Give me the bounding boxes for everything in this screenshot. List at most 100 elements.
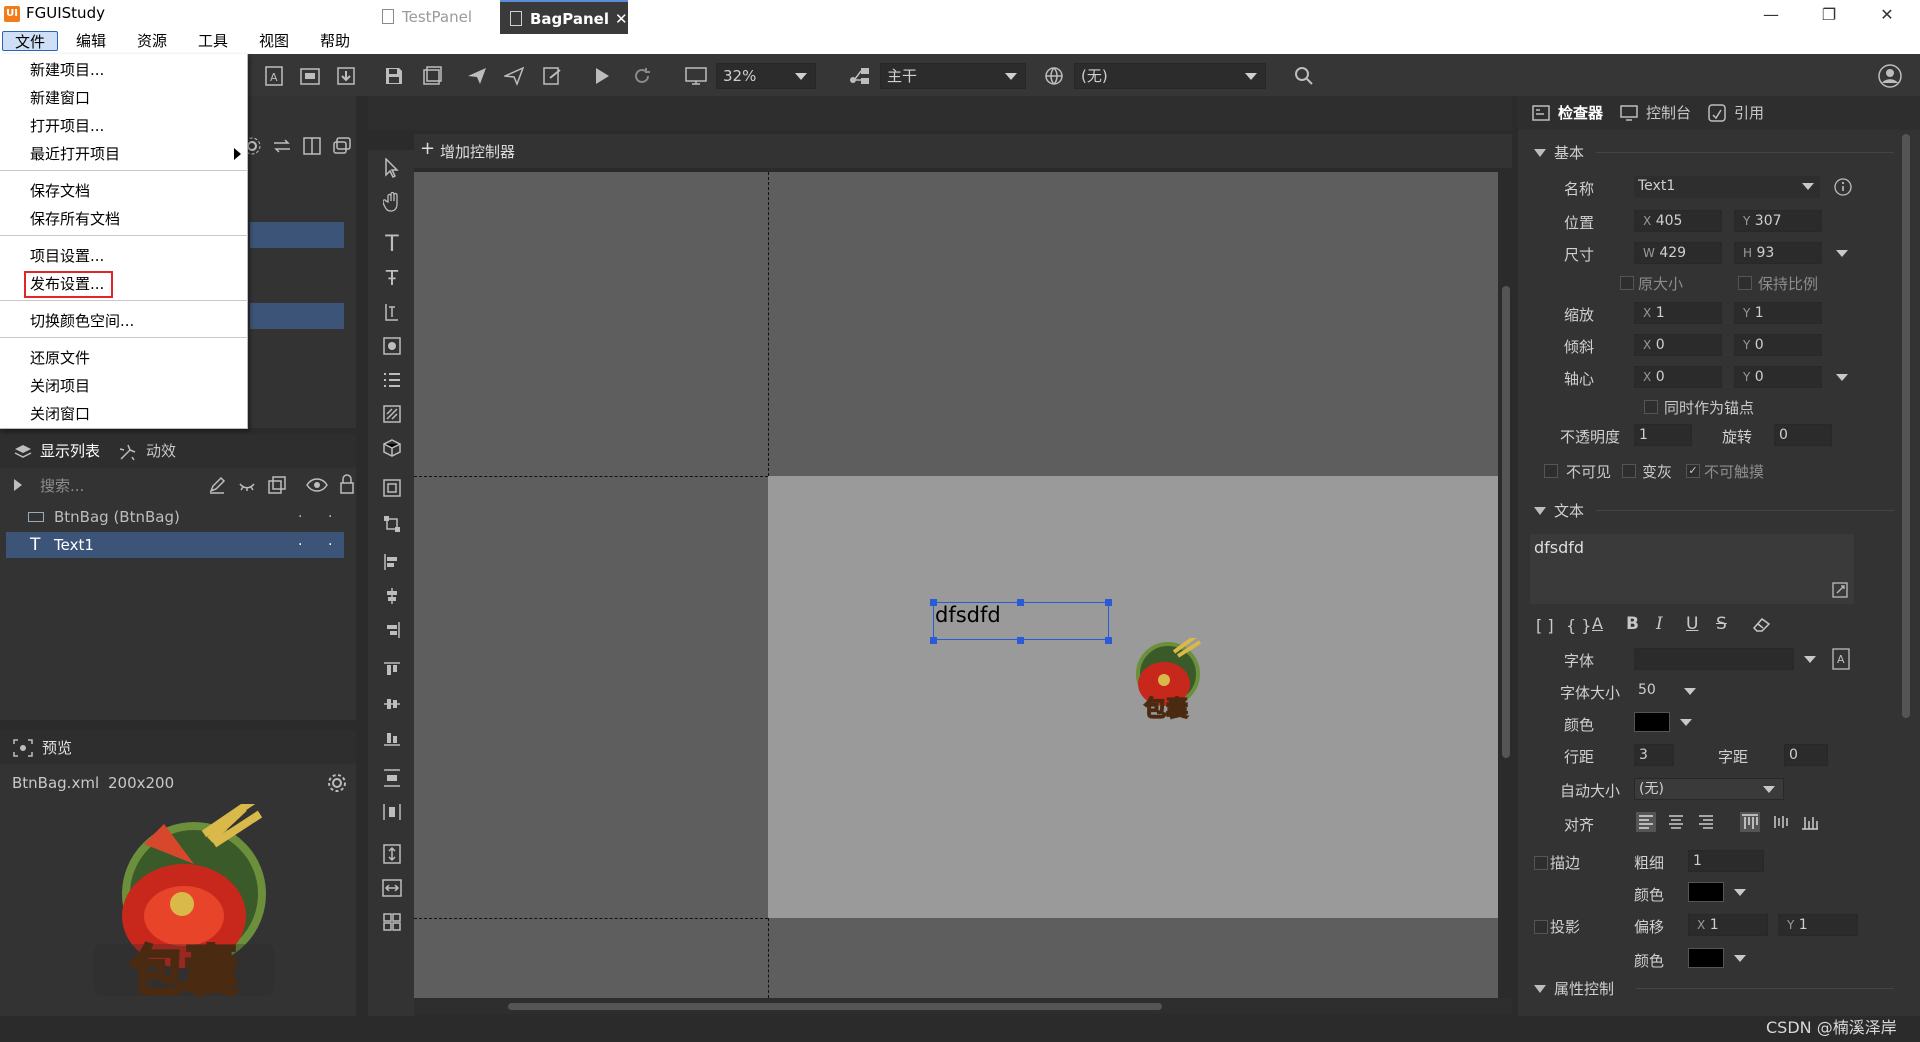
underline-icon[interactable]: U xyxy=(1686,614,1698,634)
chevron-down-icon[interactable] xyxy=(1734,889,1746,896)
user-avatar-icon[interactable] xyxy=(1878,64,1902,88)
info-icon[interactable] xyxy=(1834,178,1852,196)
chevron-down-icon[interactable] xyxy=(1680,719,1692,726)
section-property-control[interactable]: 属性控制 xyxy=(1534,978,1614,999)
font-size-field[interactable]: 50 xyxy=(1634,680,1674,702)
menu-item-save[interactable]: 保存文档 xyxy=(0,177,248,205)
valign-middle-icon[interactable] xyxy=(1770,812,1790,832)
search-icon[interactable] xyxy=(1292,64,1316,88)
image-tool-icon[interactable] xyxy=(380,334,404,358)
menu-item-new-project[interactable]: 新建项目... xyxy=(0,56,248,84)
lock-dot[interactable]: · xyxy=(328,504,332,530)
menu-item-switch-color-space[interactable]: 切换颜色空间... xyxy=(0,307,248,335)
hand-tool-icon[interactable] xyxy=(380,190,404,214)
valign-bottom-icon[interactable] xyxy=(1800,812,1820,832)
left-splitter[interactable] xyxy=(356,96,362,1016)
italic-icon[interactable]: I xyxy=(1656,614,1663,634)
btnbag-object[interactable]: 包囊 xyxy=(1124,638,1208,722)
text-tool-icon[interactable]: T xyxy=(380,232,404,257)
invisible-checkbox[interactable] xyxy=(1544,464,1558,478)
menu-item-close-window[interactable]: 关闭窗口 xyxy=(0,400,248,428)
chevron-down-icon[interactable] xyxy=(1684,688,1696,695)
resize-handle[interactable] xyxy=(930,599,937,606)
pivot-options-icon[interactable] xyxy=(1836,374,1848,381)
menu-help[interactable]: 帮助 xyxy=(308,31,362,51)
grid-icon[interactable] xyxy=(380,910,404,934)
grayed-checkbox[interactable] xyxy=(1622,464,1636,478)
tab-transitions[interactable]: 动效 xyxy=(146,434,176,468)
menu-item-recent-projects[interactable]: 最近打开项目 xyxy=(0,140,248,168)
duplicate-icon[interactable] xyxy=(268,476,286,494)
autosize-select[interactable]: (无) xyxy=(1634,778,1784,800)
brace-icon[interactable]: { } xyxy=(1566,616,1591,635)
text-color-icon[interactable]: A xyxy=(1592,614,1603,633)
font-picker-icon[interactable]: A xyxy=(1832,648,1852,670)
scale-x-field[interactable]: X 1 xyxy=(1634,302,1722,324)
publish-all-icon[interactable] xyxy=(502,64,526,88)
align-right-icon[interactable] xyxy=(380,618,404,642)
save-icon[interactable] xyxy=(382,64,406,88)
select-tool-icon[interactable] xyxy=(380,156,404,180)
align-text-right-icon[interactable] xyxy=(1696,812,1716,832)
same-width-icon[interactable] xyxy=(380,876,404,900)
maximize-button[interactable]: ❐ xyxy=(1800,0,1858,28)
align-top-icon[interactable] xyxy=(380,658,404,682)
resize-handle[interactable] xyxy=(930,637,937,644)
minimize-button[interactable]: — xyxy=(1742,0,1800,28)
resize-handle[interactable] xyxy=(1105,637,1112,644)
align-middle-v-icon[interactable] xyxy=(380,692,404,716)
copy-window-icon[interactable] xyxy=(332,136,354,158)
valign-top-icon[interactable] xyxy=(1740,812,1760,832)
list-tool-icon[interactable] xyxy=(380,368,404,392)
menu-item-open-project[interactable]: 打开项目... xyxy=(0,112,248,140)
library-row-selected[interactable] xyxy=(250,303,344,329)
as-anchor-checkbox[interactable] xyxy=(1644,400,1658,414)
split-view-icon[interactable] xyxy=(302,136,324,158)
publish-settings-icon[interactable] xyxy=(540,64,564,88)
inspector-scrollbar[interactable] xyxy=(1902,134,1910,718)
original-size-checkbox[interactable] xyxy=(1620,276,1634,290)
menu-item-save-all[interactable]: 保存所有文档 xyxy=(0,205,248,233)
zoom-select[interactable]: 32% xyxy=(716,63,816,89)
scale-y-field[interactable]: Y 1 xyxy=(1734,302,1822,324)
align-left-icon[interactable] xyxy=(380,550,404,574)
section-basic[interactable]: 基本 xyxy=(1534,142,1584,163)
menu-view[interactable]: 视图 xyxy=(247,31,301,51)
save-all-icon[interactable] xyxy=(420,64,444,88)
chevron-down-icon[interactable] xyxy=(1804,656,1816,663)
branch-select[interactable]: 主干 xyxy=(880,63,1026,89)
distribute-h-icon[interactable] xyxy=(380,800,404,824)
menu-edit[interactable]: 编辑 xyxy=(64,31,118,51)
name-field[interactable]: Text1 xyxy=(1634,176,1820,198)
resize-handle[interactable] xyxy=(1017,599,1024,606)
visibility-dot[interactable]: · xyxy=(298,504,302,530)
same-height-icon[interactable] xyxy=(380,842,404,866)
section-text[interactable]: 文本 xyxy=(1534,500,1584,521)
graph-tool-icon[interactable] xyxy=(380,402,404,426)
pivot-x-field[interactable]: X 0 xyxy=(1634,366,1722,388)
align-bottom-icon[interactable] xyxy=(380,726,404,750)
globe-icon[interactable] xyxy=(1042,64,1066,88)
menu-file[interactable]: 文件 xyxy=(2,31,59,51)
transform-tool-icon[interactable] xyxy=(380,512,404,536)
bracket-icon[interactable]: [ ] xyxy=(1536,616,1554,635)
close-button[interactable]: ✕ xyxy=(1858,0,1916,28)
visibility-dot[interactable]: · xyxy=(298,532,302,558)
lock-dot[interactable]: · xyxy=(328,532,332,558)
hide-icon[interactable] xyxy=(238,476,256,494)
lock-icon[interactable] xyxy=(340,474,354,494)
screen-icon[interactable] xyxy=(684,64,708,88)
shadow-x-field[interactable]: X 1 xyxy=(1688,914,1768,936)
add-controller-button[interactable]: 增加控制器 xyxy=(440,141,515,162)
pos-y-field[interactable]: Y 307 xyxy=(1734,210,1822,232)
new-component-icon[interactable] xyxy=(298,64,322,88)
size-options-icon[interactable] xyxy=(1836,250,1848,257)
align-text-center-icon[interactable] xyxy=(1666,812,1686,832)
tab-console[interactable]: 控制台 xyxy=(1646,96,1691,130)
shadow-color-swatch[interactable] xyxy=(1688,948,1724,968)
vertical-scroll-thumb[interactable] xyxy=(1502,286,1510,758)
menu-item-new-window[interactable]: 新建窗口 xyxy=(0,84,248,112)
rotation-field[interactable]: 0 xyxy=(1774,424,1832,446)
display-list-item-selected[interactable]: T Text1 · · xyxy=(6,532,344,558)
tab-bagpanel[interactable]: BagPanel ✕ xyxy=(500,0,628,34)
